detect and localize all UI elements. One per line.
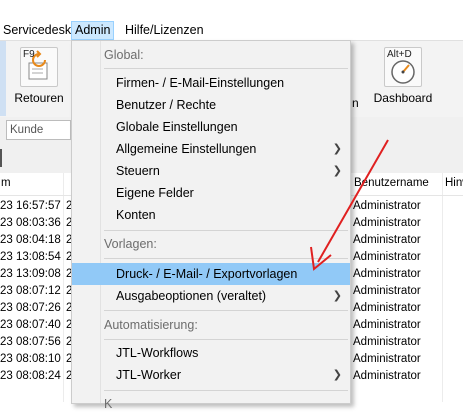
menu-separator [104, 310, 348, 311]
menu-header-global: Global: [104, 48, 144, 62]
column-header-benutzername[interactable]: Benutzername [354, 177, 429, 189]
cell-username: Administrator [353, 251, 421, 263]
cell-username: Administrator [353, 302, 421, 314]
toolbar-label-fragment: n [352, 96, 359, 110]
cell-time: 23 08:08:24 [0, 370, 61, 382]
menu-item-benutzer-rechte[interactable]: Benutzer / Rechte [72, 94, 350, 116]
menu-separator [104, 258, 348, 259]
submenu-arrow-icon: ❯ [332, 369, 342, 381]
menu-item-ausgabeoptionen[interactable]: Ausgabeoptionen (veraltet) ❯ [72, 285, 350, 307]
menu-separator [104, 339, 348, 340]
kunde-search-input[interactable]: Kunde [6, 120, 71, 140]
cell-time: 23 13:08:54 [0, 251, 61, 263]
cell-time: 23 16:57:57 [0, 200, 61, 212]
retouren-icon: F9 [20, 47, 58, 87]
cell-username: Administrator [353, 336, 421, 348]
cell-time: 23 08:07:56 [0, 336, 61, 348]
cell-time: 23 08:04:18 [0, 234, 61, 246]
menu-header-automatisierung: Automatisierung: [104, 318, 198, 332]
menu-hilfe-lizenzen[interactable]: Hilfe/Lizenzen [122, 22, 207, 39]
menu-separator [104, 390, 348, 391]
cell-username: Administrator [353, 319, 421, 331]
cell-username: Administrator [353, 200, 421, 212]
menu-item-jtl-worker[interactable]: JTL-Worker ❯ [72, 364, 350, 386]
cell-time: 23 08:07:40 [0, 319, 61, 331]
splitter-handle[interactable] [0, 149, 2, 167]
menu-servicedesk[interactable]: Servicedesk [0, 22, 74, 39]
menu-item-globale-einstellungen[interactable]: Globale Einstellungen [72, 116, 350, 138]
cell-time: 23 08:08:10 [0, 353, 61, 365]
admin-dropdown-menu: Global: Firmen- / E-Mail-Einstellungen B… [71, 40, 351, 411]
menu-item-jtl-workflows[interactable]: JTL-Workflows [72, 342, 350, 364]
cell-username: Administrator [353, 234, 421, 246]
column-header-hinweis[interactable]: Hinw [445, 177, 463, 189]
menu-item-eigene-felder[interactable]: Eigene Felder [72, 182, 350, 204]
cell-time: 23 08:03:36 [0, 217, 61, 229]
cell-time: 23 08:07:12 [0, 285, 61, 297]
menu-item-druck-email-exportvorlagen[interactable]: Druck- / E-Mail- / Exportvorlagen [72, 263, 350, 285]
cell-username: Administrator [353, 353, 421, 365]
menu-header-cut-off: K [104, 397, 113, 411]
dashboard-shortcut: Alt+D [387, 49, 412, 60]
menu-separator [104, 68, 348, 69]
dashboard-label: Dashboard [373, 91, 433, 105]
retouren-button[interactable]: F9 Retouren [12, 41, 66, 105]
window-top-strip [0, 0, 463, 20]
cell-username: Administrator [353, 217, 421, 229]
cell-username: Administrator [353, 268, 421, 280]
column-header-time[interactable]: m [1, 177, 11, 189]
menu-header-vorlagen: Vorlagen: [104, 237, 157, 251]
menu-separator [104, 230, 348, 231]
retouren-label: Retouren [14, 91, 64, 105]
dashboard-icon: Alt+D [384, 47, 422, 87]
menu-item-firmen-email-einstellungen[interactable]: Firmen- / E-Mail-Einstellungen [72, 72, 350, 94]
cell-username: Administrator [353, 370, 421, 382]
cell-username: Administrator [353, 285, 421, 297]
menu-item-allgemeine-einstellungen[interactable]: Allgemeine Einstellungen ❯ [72, 138, 350, 160]
menu-item-steuern[interactable]: Steuern ❯ [72, 160, 350, 182]
retouren-shortcut: F9 [23, 49, 35, 60]
menu-bar: Servicedesk Admin Hilfe/Lizenzen [0, 20, 463, 40]
submenu-arrow-icon: ❯ [332, 143, 342, 155]
submenu-arrow-icon: ❯ [332, 290, 342, 302]
dashboard-button[interactable]: Alt+D Dashboard [372, 41, 434, 105]
cell-time: 23 13:09:08 [0, 268, 61, 280]
menu-item-konten[interactable]: Konten [72, 204, 350, 226]
cell-time: 23 08:07:26 [0, 302, 61, 314]
submenu-arrow-icon: ❯ [332, 165, 342, 177]
toolbar-selected-edge [0, 41, 6, 116]
menu-admin[interactable]: Admin [71, 21, 115, 40]
